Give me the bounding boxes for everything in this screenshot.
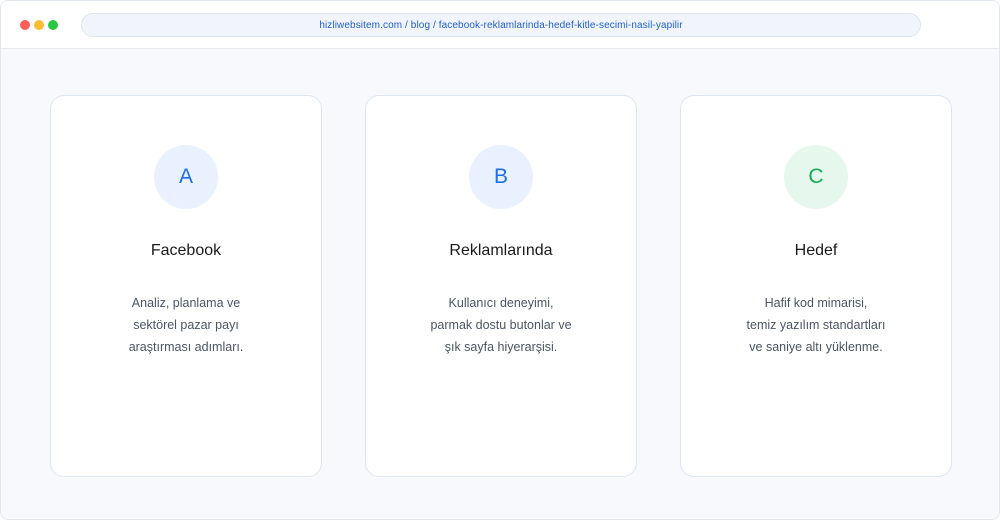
letter-badge-a: A <box>154 145 218 209</box>
card-description-line: Analiz, planlama ve <box>131 296 241 310</box>
card-description-line: ve saniye altı yüklenme. <box>749 340 883 354</box>
card-description: Analiz, planlama ve sektörel pazar payı … <box>51 292 321 358</box>
feature-card-c: C Hedef Hafif kod mimarisi, temiz yazılı… <box>680 95 952 477</box>
minimize-window-button[interactable] <box>34 20 44 30</box>
card-title: Facebook <box>150 242 222 259</box>
letter-badge-c: C <box>784 145 848 209</box>
feature-cards: A Facebook Analiz, planlama ve sektörel … <box>50 95 952 477</box>
badge-letter: A <box>178 165 193 188</box>
feature-card-a: A Facebook Analiz, planlama ve sektörel … <box>50 95 322 477</box>
title-bar: hizliwebsitem.com / blog / facebook-rekl… <box>1 1 999 49</box>
card-description-line: parmak dostu butonlar ve <box>430 318 572 332</box>
card-description-line: Kullanıcı deneyimi, <box>448 296 554 310</box>
card-title: Reklamlarında <box>449 242 553 259</box>
badge-letter: B <box>493 165 508 188</box>
browser-window: hizliwebsitem.com / blog / facebook-rekl… <box>0 0 1000 520</box>
card-description-line: Hafif kod mimarisi, <box>764 296 868 310</box>
feature-card-b: B Reklamlarında Kullanıcı deneyimi, parm… <box>365 95 637 477</box>
card-description-line: sektörel pazar payı <box>133 318 239 332</box>
badge-letter: C <box>808 165 824 188</box>
maximize-window-button[interactable] <box>48 20 58 30</box>
letter-badge-b: B <box>469 145 533 209</box>
address-bar-url: hizliwebsitem.com / blog / facebook-rekl… <box>319 19 683 31</box>
card-description: Kullanıcı deneyimi, parmak dostu butonla… <box>366 292 636 358</box>
card-description-line: şık sayfa hiyerarşisi. <box>444 340 558 354</box>
card-description-line: araştırması adımları. <box>128 340 244 354</box>
card-title: Hedef <box>794 242 838 259</box>
address-bar[interactable]: hizliwebsitem.com / blog / facebook-rekl… <box>81 13 921 37</box>
close-window-button[interactable] <box>20 20 30 30</box>
card-description: Hafif kod mimarisi, temiz yazılım standa… <box>681 292 951 358</box>
card-description-line: temiz yazılım standartları <box>746 318 886 332</box>
